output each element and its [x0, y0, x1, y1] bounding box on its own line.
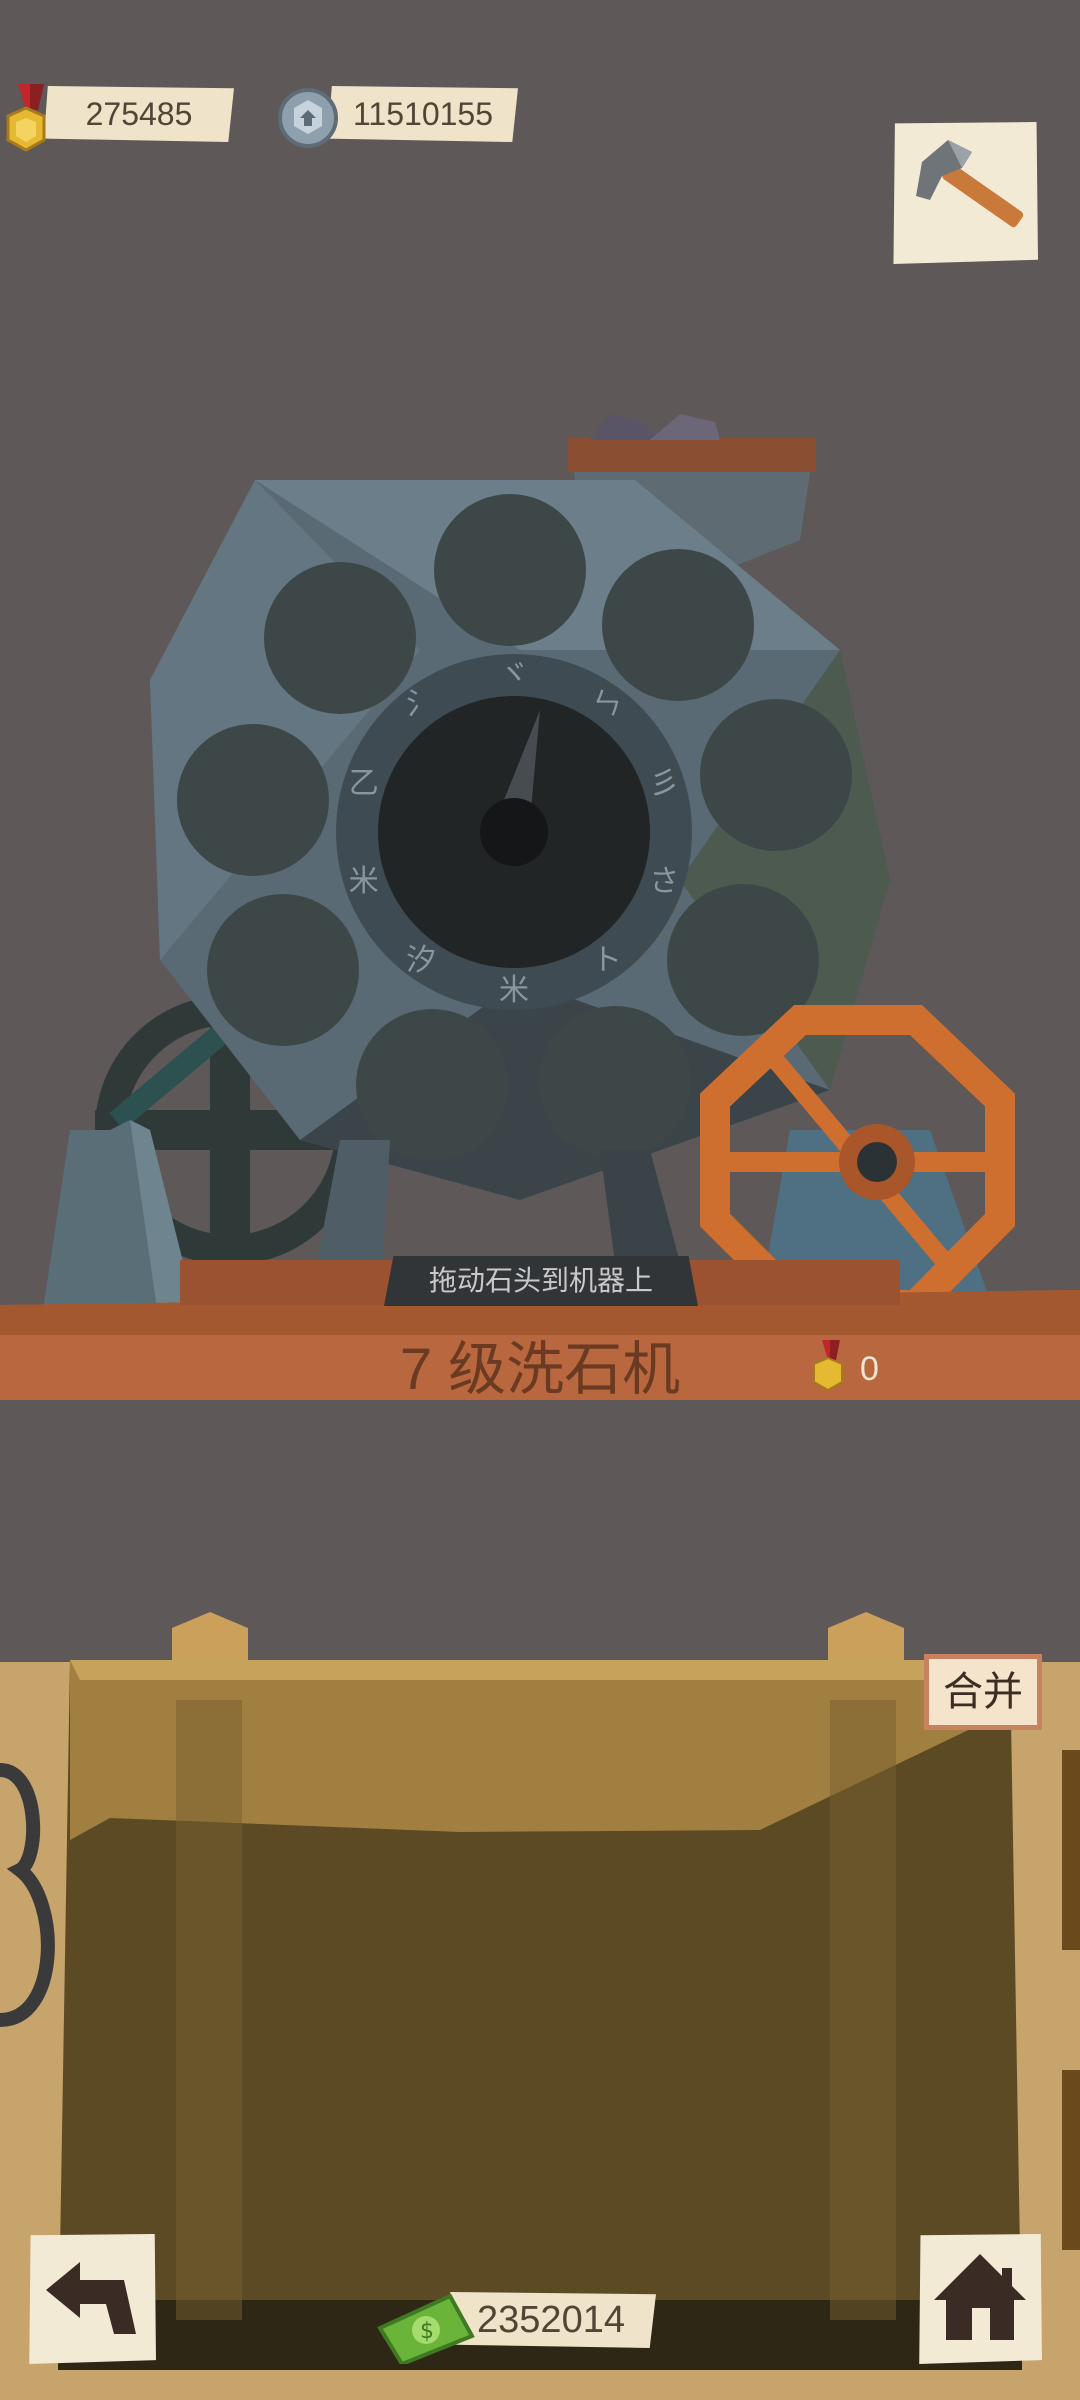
medal-icon	[813, 1340, 843, 1392]
nut-counter: 11510155	[276, 80, 526, 160]
dial-glyph: 乙	[349, 766, 379, 801]
svg-text:$: $	[420, 2319, 434, 2344]
machine-title: 7 级洗石机	[399, 1337, 681, 1402]
dial-glyph: ⺡	[406, 687, 436, 722]
nut-icon	[278, 88, 338, 148]
medal-counter: 275485	[0, 80, 240, 160]
dial-glyph: ト	[592, 943, 622, 978]
rope	[1062, 1750, 1080, 1950]
dial-glyph: ㄣ	[592, 687, 622, 722]
dial-glyph: さ	[649, 864, 679, 899]
drag-hint: 拖动石头到机器上	[384, 1256, 698, 1306]
nut-count: 11510155	[328, 86, 518, 142]
stone-bin[interactable]	[0, 1600, 1080, 2400]
home-icon	[934, 2254, 1026, 2340]
medal-count: 275485	[44, 86, 234, 142]
money-counter: 2352014 $	[376, 2288, 666, 2364]
stone	[590, 414, 660, 440]
dial-glyph: ヾ	[499, 657, 529, 692]
dial-glyph: 彡	[649, 766, 679, 801]
dial-glyph: 米	[499, 973, 529, 1008]
rope	[1062, 2070, 1080, 2250]
dial-glyph: 汐	[406, 943, 436, 978]
medal-icon	[6, 84, 46, 152]
dial-glyph: 米	[349, 864, 379, 899]
hook	[0, 1763, 55, 2027]
machine-medal-count: 0	[860, 1350, 879, 1388]
stone-washing-machine[interactable]: ヾㄣ彡さト米汐米乙⺡	[0, 400, 1080, 1400]
cash-icon: $	[377, 2293, 475, 2364]
back-button[interactable]	[29, 2234, 156, 2364]
pickaxe-button[interactable]	[893, 122, 1038, 264]
stone	[650, 414, 720, 440]
pickaxe-icon	[916, 140, 1024, 228]
home-button[interactable]	[919, 2234, 1042, 2364]
merge-button[interactable]: 合并	[924, 1654, 1042, 1730]
money-count: 2352014	[446, 2292, 656, 2348]
back-arrow-icon	[46, 2262, 136, 2334]
